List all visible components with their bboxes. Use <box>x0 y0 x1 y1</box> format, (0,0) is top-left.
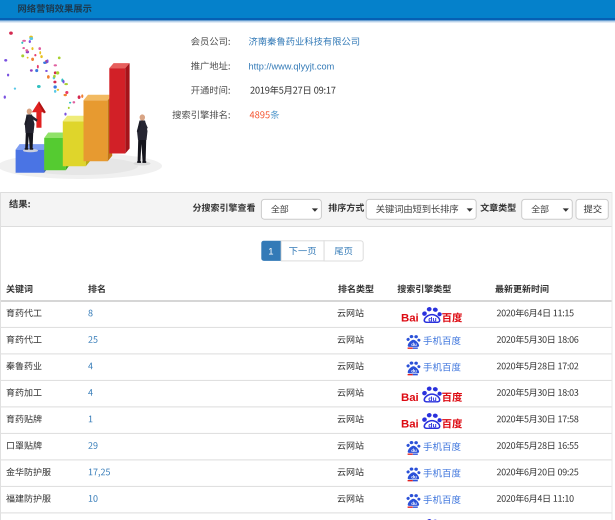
svg-text:du: du <box>411 475 417 480</box>
svg-text:du: du <box>411 369 417 374</box>
svg-text:1: 1 <box>268 247 273 258</box>
svg-text:du: du <box>411 342 417 347</box>
svg-text:du: du <box>411 448 417 453</box>
svg-text:http://www.qlyyjt.com: http://www.qlyyjt.com <box>249 61 335 71</box>
svg-text:Bai: Bai <box>401 312 419 324</box>
svg-text:Bai: Bai <box>401 418 419 430</box>
svg-text:du: du <box>411 501 417 506</box>
svg-text:du: du <box>428 317 436 324</box>
svg-text:du: du <box>428 396 436 403</box>
svg-text:Bai: Bai <box>401 392 419 404</box>
svg-text:du: du <box>428 423 436 430</box>
